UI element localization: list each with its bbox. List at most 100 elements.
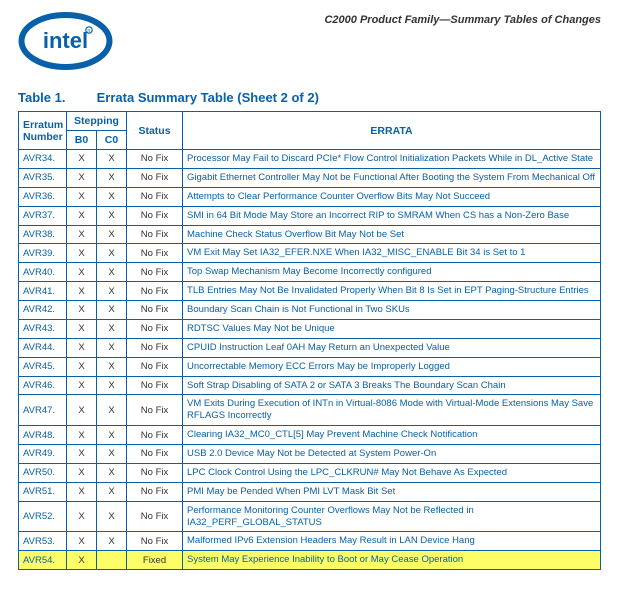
step-b0: X [67,395,97,426]
erratum-number: AVR43. [19,319,67,338]
step-b0: X [67,319,97,338]
table-row: AVR46.XXNo FixSoft Strap Disabling of SA… [19,376,601,395]
step-c0: X [97,244,127,263]
table-row: AVR40.XXNo FixTop Swap Mechanism May Bec… [19,263,601,282]
col-step-c0: C0 [97,131,127,150]
step-c0: X [97,395,127,426]
erratum-number: AVR34. [19,150,67,169]
step-b0: X [67,338,97,357]
status: No Fix [127,187,183,206]
step-c0: X [97,445,127,464]
table-row: AVR35.XXNo FixGigabit Ethernet Controlle… [19,168,601,187]
step-b0: X [67,187,97,206]
erratum-number: AVR54. [19,551,67,570]
status: No Fix [127,319,183,338]
errata-description: Processor May Fail to Discard PCIe* Flow… [183,150,601,169]
table-row: AVR54.XFixedSystem May Experience Inabil… [19,551,601,570]
status: No Fix [127,301,183,320]
table-row: AVR42.XXNo FixBoundary Scan Chain is Not… [19,301,601,320]
step-c0: X [97,376,127,395]
table-row: AVR49.XXNo FixUSB 2.0 Device May Not be … [19,445,601,464]
status: No Fix [127,463,183,482]
step-c0: X [97,187,127,206]
status: No Fix [127,150,183,169]
step-c0: X [97,319,127,338]
step-b0: X [67,225,97,244]
erratum-number: AVR49. [19,445,67,464]
errata-description: Performance Monitoring Counter Overflows… [183,501,601,532]
table-row: AVR53.XXNo FixMalformed IPv6 Extension H… [19,532,601,551]
status: No Fix [127,206,183,225]
errata-description: Attempts to Clear Performance Counter Ov… [183,187,601,206]
status: No Fix [127,426,183,445]
step-b0: X [67,532,97,551]
step-c0: X [97,338,127,357]
table-body: AVR34.XXNo FixProcessor May Fail to Disc… [19,150,601,570]
errata-description: USB 2.0 Device May Not be Detected at Sy… [183,445,601,464]
step-c0: X [97,357,127,376]
table-row: AVR34.XXNo FixProcessor May Fail to Disc… [19,150,601,169]
errata-description: LPC Clock Control Using the LPC_CLKRUN# … [183,463,601,482]
errata-description: Clearing IA32_MC0_CTL[5] May Prevent Mac… [183,426,601,445]
step-b0: X [67,482,97,501]
step-c0: X [97,482,127,501]
step-b0: X [67,501,97,532]
erratum-number: AVR40. [19,263,67,282]
erratum-number: AVR47. [19,395,67,426]
errata-description: Top Swap Mechanism May Become Incorrectl… [183,263,601,282]
erratum-number: AVR50. [19,463,67,482]
step-b0: X [67,150,97,169]
errata-table: Erratum Number Stepping Status ERRATA B0… [18,111,601,570]
errata-description: Machine Check Status Overflow Bit May No… [183,225,601,244]
table-row: AVR48.XXNo FixClearing IA32_MC0_CTL[5] M… [19,426,601,445]
step-c0: X [97,206,127,225]
erratum-number: AVR53. [19,532,67,551]
step-c0: X [97,263,127,282]
erratum-number: AVR38. [19,225,67,244]
step-b0: X [67,168,97,187]
document-title: C2000 Product Family—Summary Tables of C… [324,10,601,26]
status: No Fix [127,168,183,187]
errata-description: Uncorrectable Memory ECC Errors May be I… [183,357,601,376]
table-row: AVR36.XXNo FixAttempts to Clear Performa… [19,187,601,206]
col-step-b0: B0 [67,131,97,150]
errata-description: VM Exit May Set IA32_EFER.NXE When IA32_… [183,244,601,263]
col-stepping: Stepping [67,112,127,131]
step-c0: X [97,282,127,301]
erratum-number: AVR42. [19,301,67,320]
errata-description: RDTSC Values May Not be Unique [183,319,601,338]
table-row: AVR43.XXNo FixRDTSC Values May Not be Un… [19,319,601,338]
table-row: AVR52.XXNo FixPerformance Monitoring Cou… [19,501,601,532]
step-b0: X [67,263,97,282]
status: No Fix [127,376,183,395]
table-title-text: Errata Summary Table (Sheet 2 of 2) [97,90,319,105]
errata-description: Soft Strap Disabling of SATA 2 or SATA 3… [183,376,601,395]
erratum-number: AVR36. [19,187,67,206]
errata-description: PMI May be Pended When PMI LVT Mask Bit … [183,482,601,501]
step-b0: X [67,445,97,464]
step-b0: X [67,282,97,301]
page-header: intel R C2000 Product Family—Summary Tab… [18,10,601,72]
status: No Fix [127,357,183,376]
step-c0: X [97,301,127,320]
step-c0: X [97,501,127,532]
step-c0 [97,551,127,570]
erratum-number: AVR37. [19,206,67,225]
step-b0: X [67,426,97,445]
table-caption: Table 1. Errata Summary Table (Sheet 2 o… [18,90,601,105]
erratum-number: AVR46. [19,376,67,395]
table-row: AVR47.XXNo FixVM Exits During Execution … [19,395,601,426]
step-b0: X [67,376,97,395]
errata-description: VM Exits During Execution of INTn in Vir… [183,395,601,426]
table-row: AVR45.XXNo FixUncorrectable Memory ECC E… [19,357,601,376]
step-b0: X [67,463,97,482]
status: No Fix [127,501,183,532]
intel-logo: intel R [18,10,113,72]
step-c0: X [97,225,127,244]
errata-description: Boundary Scan Chain is Not Functional in… [183,301,601,320]
errata-description: SMI in 64 Bit Mode May Store an Incorrec… [183,206,601,225]
status: No Fix [127,244,183,263]
col-erratum-number: Erratum Number [19,112,67,150]
step-c0: X [97,426,127,445]
table-row: AVR39.XXNo FixVM Exit May Set IA32_EFER.… [19,244,601,263]
